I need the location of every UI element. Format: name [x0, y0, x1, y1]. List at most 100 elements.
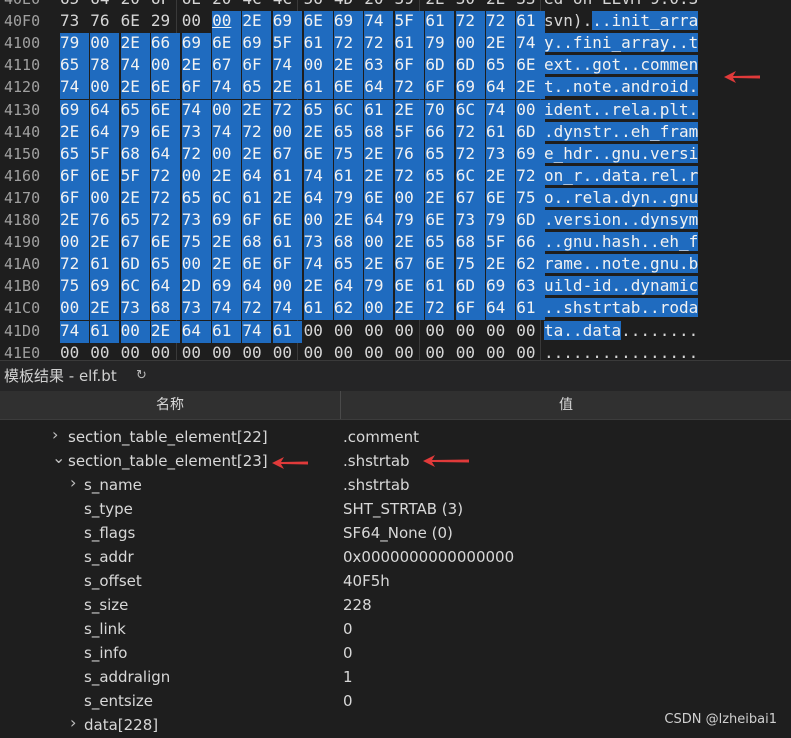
hex-byte[interactable]: 64 [242, 276, 272, 299]
hex-byte[interactable]: 6E [303, 143, 333, 166]
hex-row-ascii[interactable]: on_r..data.rel.r [544, 165, 784, 186]
hex-byte[interactable]: 64 [150, 276, 180, 299]
hex-byte[interactable]: 64 [364, 210, 394, 232]
hex-byte[interactable]: 6C [455, 165, 485, 188]
hex-byte[interactable]: 72 [60, 254, 89, 277]
hex-byte[interactable]: 74 [272, 55, 302, 78]
hex-byte[interactable]: 73 [486, 143, 515, 166]
hex-byte[interactable]: 5F [90, 143, 120, 166]
hex-byte[interactable]: 00 [395, 343, 424, 360]
hex-byte[interactable]: 2D [181, 276, 211, 299]
hex-byte[interactable]: 2E [333, 210, 363, 232]
hex-byte[interactable]: 75 [60, 276, 89, 299]
hex-byte[interactable]: 5F [486, 232, 515, 255]
hex-byte[interactable]: 75 [333, 143, 363, 166]
hex-byte[interactable]: 00 [90, 343, 119, 360]
hex-byte[interactable]: 2E [303, 121, 333, 144]
hex-byte[interactable]: 67 [394, 254, 424, 277]
hex-byte[interactable]: 00 [394, 187, 424, 210]
hex-byte[interactable]: 00 [456, 343, 485, 360]
hex-byte[interactable]: 6E [150, 121, 180, 144]
hex-byte[interactable]: 2E [120, 187, 150, 210]
hex-byte[interactable]: 79 [60, 33, 89, 56]
hex-byte[interactable]: 75 [455, 254, 485, 277]
hex-byte[interactable]: 72 [394, 165, 424, 188]
hex-row-ascii[interactable]: rame..note.gnu.b [544, 254, 784, 274]
hex-byte[interactable]: 6F [425, 77, 455, 100]
tree-row[interactable]: s_addralign 1 [0, 665, 791, 689]
hex-byte[interactable]: 00 [181, 254, 211, 277]
hex-editor-view[interactable]: 40E06564206F6E204C4C564D20392E302E33ed o… [0, 0, 791, 360]
tree-row[interactable]: s_type SHT_STRTAB (3) [0, 497, 791, 521]
hex-row-ascii[interactable]: .version..dynsym [544, 210, 784, 230]
hex-byte[interactable]: 00 [60, 232, 89, 255]
hex-byte[interactable]: 6F [181, 77, 211, 100]
hex-byte[interactable]: 64 [90, 121, 120, 144]
hex-byte[interactable]: 65 [333, 121, 363, 144]
tree-row[interactable]: s_offset 40F5h [0, 569, 791, 593]
hex-byte[interactable]: 65 [60, 143, 89, 166]
hex-byte[interactable]: 00 [212, 343, 241, 360]
hex-byte[interactable]: 00 [212, 143, 242, 166]
hex-row-ascii[interactable]: ident..rela.plt. [544, 99, 784, 120]
hex-byte[interactable]: 2E [394, 232, 424, 255]
hex-byte[interactable]: 61 [486, 121, 515, 144]
hex-byte[interactable]: 2E [364, 254, 394, 277]
hex-byte[interactable]: 63 [364, 55, 394, 78]
hex-byte[interactable]: 61 [212, 320, 242, 343]
hex-byte[interactable]: 74 [212, 77, 242, 100]
hex-byte[interactable]: 6E [150, 77, 180, 100]
hex-byte[interactable]: 00 [516, 343, 545, 360]
hex-byte[interactable]: 6E [272, 210, 302, 232]
hex-byte[interactable]: 00 [212, 11, 242, 34]
hex-byte[interactable]: 65 [425, 232, 455, 255]
hex-byte[interactable]: 00 [90, 77, 120, 100]
hex-byte[interactable]: 69 [212, 210, 242, 232]
hex-byte[interactable]: 6E [303, 11, 333, 34]
hex-byte[interactable]: 00 [60, 298, 89, 321]
hex-byte[interactable]: 61 [516, 11, 546, 34]
hex-row-ascii[interactable]: ..shstrtab..roda [544, 298, 784, 318]
hex-byte[interactable]: 61 [303, 33, 333, 56]
hex-byte[interactable]: 79 [364, 276, 394, 299]
hex-byte[interactable]: 69 [90, 276, 120, 299]
hex-byte[interactable]: 62 [516, 254, 546, 277]
hex-row-ascii[interactable]: ed on LLVM 9.0.3 [544, 0, 784, 9]
hex-byte[interactable]: 72 [425, 298, 455, 321]
hex-byte[interactable]: 64 [181, 320, 211, 343]
hex-byte[interactable]: 64 [486, 298, 515, 321]
hex-byte[interactable]: 2E [242, 99, 272, 122]
hex-byte[interactable]: 00 [364, 298, 394, 321]
hex-byte[interactable]: 2E [242, 143, 272, 166]
hex-byte[interactable]: 61 [90, 254, 120, 277]
hex-byte[interactable]: 5F [394, 121, 424, 144]
hex-byte[interactable]: 00 [455, 33, 485, 56]
hex-byte[interactable]: 65 [425, 143, 455, 166]
hex-byte[interactable]: 61 [242, 187, 272, 210]
hex-byte[interactable]: 72 [150, 187, 180, 210]
hex-byte[interactable]: 63 [516, 276, 546, 299]
hex-byte[interactable]: 74 [516, 33, 546, 56]
hex-byte[interactable]: 65 [303, 99, 333, 122]
hex-row-ascii[interactable]: y..fini_array..t [544, 33, 784, 53]
hex-byte[interactable]: 2E [212, 254, 242, 277]
hex-byte[interactable]: 2E [425, 187, 455, 210]
hex-byte[interactable]: 66 [516, 232, 546, 255]
hex-byte[interactable]: 66 [425, 121, 455, 144]
hex-byte[interactable]: 64 [333, 276, 363, 299]
hex-byte[interactable]: 00 [486, 343, 515, 360]
hex-byte[interactable]: 68 [364, 121, 394, 144]
hex-byte[interactable]: 73 [60, 11, 89, 33]
hex-byte[interactable]: 74 [212, 121, 242, 144]
hex-byte[interactable]: 79 [120, 121, 150, 144]
hex-byte[interactable]: 00 [182, 343, 211, 360]
chevron-right-icon[interactable]: › [70, 473, 76, 492]
hex-byte[interactable]: 62 [333, 298, 363, 321]
hex-byte[interactable]: 74 [181, 99, 211, 122]
hex-byte[interactable]: 00 [181, 165, 211, 188]
hex-byte[interactable]: 2E [242, 11, 272, 34]
hex-byte[interactable]: 72 [455, 143, 485, 166]
hex-byte[interactable]: 2E [486, 33, 515, 56]
hex-byte[interactable]: 79 [394, 210, 424, 232]
hex-byte[interactable]: 6E [364, 187, 394, 210]
